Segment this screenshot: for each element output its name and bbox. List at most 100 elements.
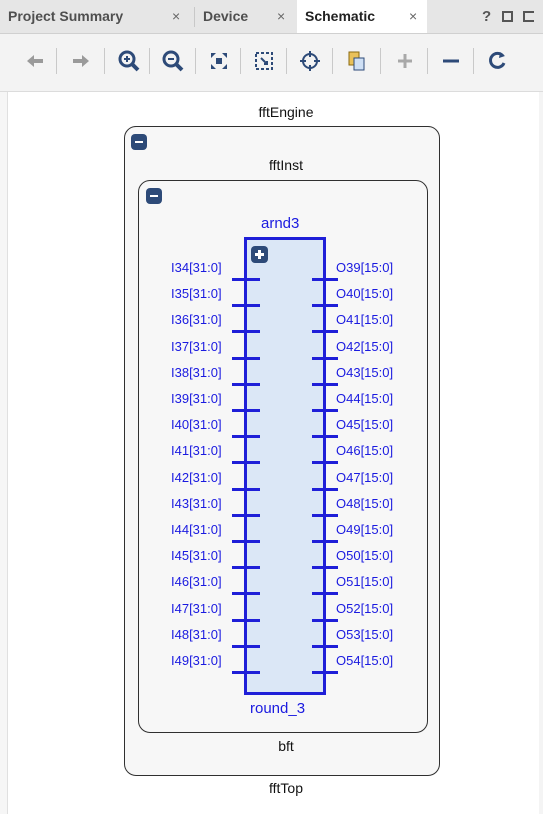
input-pin[interactable] — [232, 671, 260, 674]
refresh-icon[interactable] — [482, 46, 512, 76]
output-pin[interactable] — [312, 304, 338, 308]
output-pin-label[interactable]: O45[15:0] — [336, 417, 393, 433]
output-pin[interactable] — [312, 382, 338, 386]
input-pin-label[interactable]: I38[31:0] — [171, 365, 222, 381]
input-pin[interactable] — [232, 566, 260, 570]
input-pin-label[interactable]: I49[31:0] — [171, 653, 222, 669]
input-pin-label[interactable]: I46[31:0] — [171, 574, 222, 590]
output-pin-label[interactable]: O44[15:0] — [336, 391, 393, 407]
input-pin[interactable] — [232, 487, 260, 491]
output-pin-label[interactable]: O42[15:0] — [336, 339, 393, 355]
output-pin[interactable] — [312, 618, 338, 622]
input-pin-label[interactable]: I36[31:0] — [171, 312, 222, 328]
restore-icon[interactable] — [523, 11, 534, 22]
input-pin[interactable] — [232, 435, 260, 439]
input-pin[interactable] — [232, 644, 260, 648]
input-pin[interactable] — [232, 278, 260, 281]
output-pin[interactable] — [312, 513, 338, 517]
output-pin-label[interactable]: O54[15:0] — [336, 653, 393, 669]
input-pin[interactable] — [232, 304, 260, 308]
input-pin-label[interactable]: I47[31:0] — [171, 601, 222, 617]
output-pin[interactable] — [312, 644, 338, 648]
add-icon[interactable] — [390, 46, 420, 76]
scrollbar[interactable] — [539, 92, 543, 814]
input-pin[interactable] — [232, 409, 260, 412]
output-pin-label[interactable]: O51[15:0] — [336, 574, 393, 590]
output-pin[interactable] — [312, 330, 338, 334]
input-pin-label[interactable]: I34[31:0] — [171, 260, 222, 276]
zoom-area-icon[interactable] — [249, 46, 279, 76]
output-pin[interactable] — [312, 566, 338, 570]
input-pin[interactable] — [232, 356, 260, 360]
close-icon[interactable]: × — [277, 0, 285, 33]
tab-project-summary[interactable]: Project Summary × — [0, 0, 192, 33]
close-icon[interactable]: × — [409, 0, 417, 33]
output-pin-label[interactable]: O43[15:0] — [336, 365, 393, 381]
inner-cell-title: fftInst — [269, 157, 303, 173]
tab-label: Project Summary — [8, 8, 124, 24]
collapse-icon[interactable] — [146, 188, 162, 204]
top-cell-title: fftEngine — [258, 104, 314, 120]
inner-cell-footer: bft — [278, 738, 294, 754]
input-pin-label[interactable]: I40[31:0] — [171, 417, 222, 433]
crosshair-icon[interactable] — [295, 46, 325, 76]
output-pin[interactable] — [312, 409, 338, 412]
expand-icon[interactable] — [251, 246, 268, 263]
maximize-icon[interactable] — [502, 11, 513, 22]
input-pin[interactable] — [232, 330, 260, 334]
input-pin-label[interactable]: I35[31:0] — [171, 286, 222, 302]
help-icon[interactable]: ? — [482, 0, 491, 33]
select-icon[interactable] — [341, 46, 371, 76]
output-pin[interactable] — [312, 487, 338, 491]
output-pin-label[interactable]: O39[15:0] — [336, 260, 393, 276]
tab-bar: Project Summary × Device × Schematic × ? — [0, 0, 543, 34]
output-pin-label[interactable]: O40[15:0] — [336, 286, 393, 302]
tab-label: Device — [203, 8, 249, 24]
input-pin-label[interactable]: I37[31:0] — [171, 339, 222, 355]
input-pin[interactable] — [232, 592, 260, 596]
back-icon[interactable] — [20, 46, 50, 76]
zoom-fit-icon[interactable] — [204, 46, 234, 76]
input-pin-label[interactable]: I43[31:0] — [171, 496, 222, 512]
output-pin[interactable] — [312, 461, 338, 465]
input-pin-label[interactable]: I39[31:0] — [171, 391, 222, 407]
input-pin[interactable] — [232, 461, 260, 465]
forward-icon[interactable] — [66, 46, 96, 76]
output-pin-label[interactable]: O48[15:0] — [336, 496, 393, 512]
input-pin-label[interactable]: I48[31:0] — [171, 627, 222, 643]
outer-cell-footer: fftTop — [269, 780, 303, 796]
output-pin[interactable] — [312, 278, 338, 281]
zoom-in-icon[interactable] — [114, 46, 144, 76]
instance-name: arnd3 — [261, 215, 300, 232]
input-pin[interactable] — [232, 618, 260, 622]
output-pin-label[interactable]: O46[15:0] — [336, 443, 393, 459]
output-pin-label[interactable]: O50[15:0] — [336, 548, 393, 564]
schematic-toolbar — [0, 34, 543, 92]
input-pin-label[interactable]: I44[31:0] — [171, 522, 222, 538]
output-pin-label[interactable]: O53[15:0] — [336, 627, 393, 643]
collapse-icon[interactable] — [131, 134, 147, 150]
tab-schematic[interactable]: Schematic × — [297, 0, 427, 33]
output-pin[interactable] — [312, 435, 338, 439]
input-pin[interactable] — [232, 540, 260, 543]
close-icon[interactable]: × — [172, 0, 180, 33]
input-pin-label[interactable]: I41[31:0] — [171, 443, 222, 459]
output-pin-label[interactable]: O41[15:0] — [336, 312, 393, 328]
output-pin[interactable] — [312, 592, 338, 596]
output-pin-label[interactable]: O47[15:0] — [336, 470, 393, 486]
output-pin-label[interactable]: O49[15:0] — [336, 522, 393, 538]
cell-type-name: round_3 — [250, 700, 306, 717]
input-pin-label[interactable]: I42[31:0] — [171, 470, 222, 486]
output-pin[interactable] — [312, 671, 338, 674]
input-pin[interactable] — [232, 513, 260, 517]
remove-icon[interactable] — [436, 46, 466, 76]
input-pin-label[interactable]: I45[31:0] — [171, 548, 222, 564]
tab-label: Schematic — [305, 8, 376, 24]
output-pin-label[interactable]: O52[15:0] — [336, 601, 393, 617]
output-pin[interactable] — [312, 356, 338, 360]
zoom-out-icon[interactable] — [158, 46, 188, 76]
input-pin[interactable] — [232, 382, 260, 386]
output-pin[interactable] — [312, 540, 338, 543]
tab-device[interactable]: Device × — [195, 0, 297, 33]
left-gutter — [0, 92, 8, 814]
